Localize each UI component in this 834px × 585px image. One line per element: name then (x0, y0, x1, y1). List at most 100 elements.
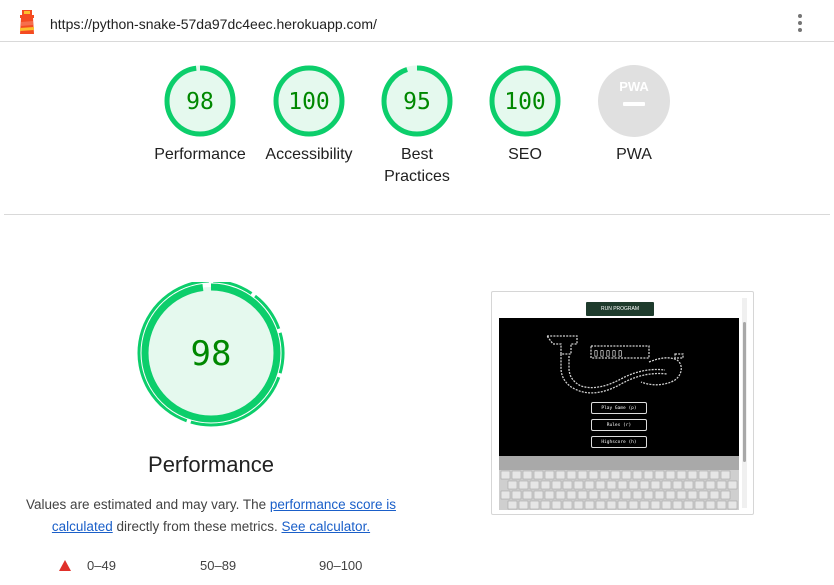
keyboard-key (727, 500, 738, 510)
keyboard-key (672, 500, 683, 510)
gauge-best-practices[interactable]: 95 Best Practices (362, 64, 472, 188)
fail-triangle-icon (59, 560, 71, 571)
gauge-performance[interactable]: 98 Performance (145, 64, 255, 166)
performance-gauge-large: 98 (137, 282, 285, 427)
keyboard-key (654, 490, 665, 500)
keyboard-key (573, 480, 584, 490)
keyboard-key (716, 480, 727, 490)
keyboard-key (705, 500, 716, 510)
desc-text: directly from these metrics. (112, 519, 282, 534)
gauge-score: 100 (504, 89, 546, 115)
keyboard-key (661, 500, 672, 510)
score-ring: 100 (273, 65, 345, 137)
keyboard-key (665, 490, 676, 500)
legend-pass: 90–100 (319, 558, 363, 573)
svg-text:▯▯▯▯▯: ▯▯▯▯▯ (593, 348, 623, 359)
keyboard-key (628, 500, 639, 510)
keyboard-key (540, 500, 551, 510)
score-ring: 100 (489, 65, 561, 137)
keyboard-key (584, 480, 595, 490)
keyboard-key (533, 490, 544, 500)
keyboard-key (595, 500, 606, 510)
keyboard-key (621, 470, 632, 480)
keyboard-key (617, 500, 628, 510)
keyboard-key (544, 490, 555, 500)
keyboard-key (621, 490, 632, 500)
keyboard-key (698, 470, 709, 480)
keyboard-key (511, 470, 522, 480)
keyboard-key (606, 480, 617, 490)
keyboard-key (599, 470, 610, 480)
keyboard-key (672, 480, 683, 490)
keyboard-key (522, 490, 533, 500)
keyboard-key (606, 500, 617, 510)
keyboard-key (643, 490, 654, 500)
gauge-label: SEO (508, 146, 542, 163)
keyboard-key (562, 480, 573, 490)
rules-button: Rules (r) (591, 419, 647, 431)
gauge-seo[interactable]: 100 SEO (470, 64, 580, 166)
keyboard-key (529, 500, 540, 510)
keyboard-key (544, 470, 555, 480)
keyboard-key (551, 480, 562, 490)
page-url: https://python-snake-57da97dc4eec.heroku… (50, 16, 377, 32)
keyboard-key (632, 470, 643, 480)
legend-fail: 0–49 (87, 558, 116, 573)
keyboard-key (720, 490, 731, 500)
keyboard-key (584, 500, 595, 510)
thumbnail-scrollbar (742, 298, 747, 508)
keyboard-key (676, 490, 687, 500)
keyboard-key (639, 480, 650, 490)
keyboard-key (683, 500, 694, 510)
see-calculator-link[interactable]: See calculator. (282, 519, 371, 534)
keyboard-key (610, 470, 621, 480)
keyboard-key (573, 500, 584, 510)
keyboard-key (661, 480, 672, 490)
keyboard-key (529, 480, 540, 490)
keyboard-key (595, 480, 606, 490)
keyboard-key (654, 470, 665, 480)
highscore-button: Highscore (h) (591, 436, 647, 448)
keyboard-key (507, 480, 518, 490)
keyboard-key (632, 490, 643, 500)
keyboard-key (518, 480, 529, 490)
kebab-menu-icon[interactable] (793, 13, 807, 35)
gauge-label: Best Practices (384, 146, 450, 185)
keyboard-key (500, 470, 511, 480)
legend-average: 50–89 (200, 558, 237, 573)
keyboard-key (588, 470, 599, 480)
page-screenshot-thumbnail[interactable]: RUN PROGRAM ▯▯▯▯▯ Play Game (p) Rules (r… (491, 291, 754, 515)
keyboard-key (709, 470, 720, 480)
score-ring: 95 (381, 65, 453, 137)
gauge-accessibility[interactable]: 100 Accessibility (254, 64, 364, 166)
keyboard-key (727, 480, 738, 490)
score-ring: 98 (164, 65, 236, 137)
pwa-badge-icon: PWA (598, 65, 670, 137)
gauge-pwa[interactable]: PWA PWA (579, 64, 689, 166)
keyboard-key (562, 500, 573, 510)
metric-segment (278, 332, 285, 374)
performance-title: Performance (148, 452, 274, 477)
gauge-label: PWA (616, 146, 652, 163)
keyboard-key (698, 490, 709, 500)
keyboard-key (518, 500, 529, 510)
keyboard-key (687, 470, 698, 480)
keyboard-key (533, 470, 544, 480)
svg-text:PWA: PWA (619, 79, 649, 94)
keyboard-key (643, 470, 654, 480)
performance-description: Values are estimated and may vary. The p… (20, 494, 402, 538)
keyboard-key (676, 470, 687, 480)
performance-score: 98 (191, 334, 232, 374)
desc-text: Values are estimated and may vary. The (26, 497, 270, 512)
keyboard-key (650, 500, 661, 510)
gauge-score: 100 (288, 89, 330, 115)
keyboard-key (599, 490, 610, 500)
keyboard-key (551, 500, 562, 510)
keyboard-key (694, 480, 705, 490)
keyboard-key (500, 490, 511, 500)
keyboard-key (687, 490, 698, 500)
keyboard-key (628, 480, 639, 490)
keyboard-key (650, 480, 661, 490)
keyboard-key (555, 490, 566, 500)
terminal-screen: ▯▯▯▯▯ Play Game (p) Rules (r) Highscore … (499, 318, 739, 456)
